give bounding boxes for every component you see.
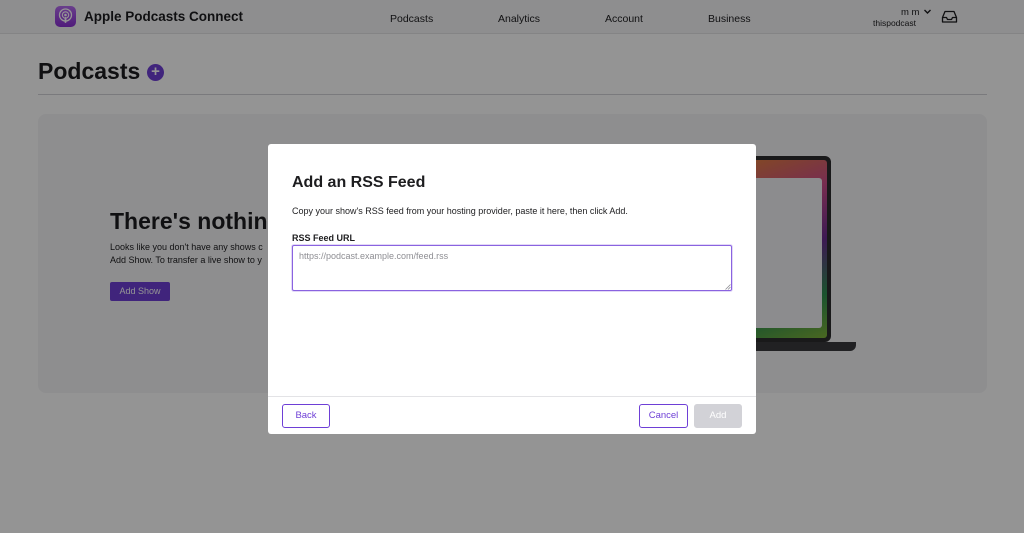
dialog-description: Copy your show's RSS feed from your host… bbox=[292, 206, 628, 216]
cancel-button[interactable]: Cancel bbox=[639, 404, 688, 428]
dialog-footer-divider bbox=[268, 396, 756, 397]
rss-feed-url-input[interactable] bbox=[292, 245, 732, 291]
add-rss-feed-dialog: Add an RSS Feed Copy your show's RSS fee… bbox=[268, 144, 756, 434]
back-button[interactable]: Back bbox=[282, 404, 330, 428]
rss-feed-url-label: RSS Feed URL bbox=[292, 233, 356, 243]
add-button[interactable]: Add bbox=[694, 404, 742, 428]
dialog-title: Add an RSS Feed bbox=[292, 174, 426, 191]
resize-handle-icon[interactable] bbox=[725, 284, 731, 290]
